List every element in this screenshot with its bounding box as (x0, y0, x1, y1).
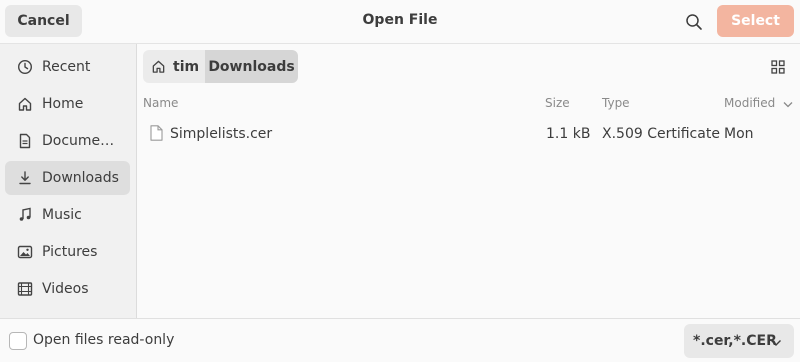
pictures-icon (17, 244, 33, 260)
download-icon (17, 170, 33, 186)
chevron-down-icon (770, 335, 782, 351)
clock-icon (17, 59, 33, 75)
sidebar-item-downloads[interactable]: Downloads (5, 161, 130, 195)
music-icon (17, 207, 33, 223)
sidebar-item-music[interactable]: Music (5, 198, 130, 232)
file-type-filter-dropdown[interactable]: *.cer,*.CER (684, 324, 794, 358)
sidebar-item-home[interactable]: Home (5, 87, 130, 121)
breadcrumb: tim Downloads (143, 50, 298, 83)
videos-icon (17, 281, 33, 297)
sidebar-item-label: Videos (42, 281, 89, 297)
select-button[interactable]: Select (717, 5, 794, 37)
header-bar: Cancel Open File Select (0, 0, 800, 44)
search-icon[interactable] (683, 11, 705, 33)
sidebar-item-documents[interactable]: Docume… (5, 124, 130, 158)
breadcrumb-home[interactable]: tim (143, 50, 205, 83)
column-header-name[interactable]: Name (143, 96, 178, 110)
sidebar-item-label: Downloads (42, 170, 119, 186)
readonly-checkbox-label[interactable]: Open files read-only (33, 332, 174, 348)
home-icon (151, 59, 166, 74)
breadcrumb-label: tim (173, 58, 200, 75)
grid-view-icon[interactable] (771, 60, 785, 74)
sidebar-item-pictures[interactable]: Pictures (5, 235, 130, 269)
column-header-modified[interactable]: Modified (724, 96, 793, 111)
file-browser: tim Downloads Name Size Type Modified Si… (138, 44, 800, 318)
sidebar-item-recent[interactable]: Recent (5, 50, 130, 84)
sidebar-item-label: Pictures (42, 244, 98, 260)
breadcrumb-downloads[interactable]: Downloads (205, 50, 298, 83)
file-type: X.509 Certificate (602, 126, 720, 142)
sort-chevron-icon (783, 97, 793, 111)
places-sidebar: Recent Home Docume… Downloads Music Pict… (0, 44, 137, 318)
sidebar-item-label: Docume… (42, 133, 115, 149)
sidebar-item-videos[interactable]: Videos (5, 272, 130, 306)
home-icon (17, 96, 33, 112)
document-icon (17, 133, 33, 149)
footer-bar: Open files read-only *.cer,*.CER (0, 318, 800, 362)
dialog-title: Open File (362, 12, 438, 28)
column-header-size[interactable]: Size (545, 96, 570, 110)
sidebar-item-label: Home (42, 96, 84, 112)
file-row[interactable]: Simplelists.cer 1.1 kB X.509 Certificate… (138, 124, 800, 146)
readonly-checkbox[interactable] (9, 332, 27, 350)
file-size: 1.1 kB (546, 126, 591, 142)
column-header-type[interactable]: Type (602, 96, 630, 110)
file-name: Simplelists.cer (170, 126, 273, 142)
sidebar-item-label: Music (42, 207, 82, 223)
file-icon (150, 125, 163, 145)
sidebar-item-label: Recent (42, 59, 91, 75)
file-modified: Mon (724, 126, 754, 142)
filter-selected-value: *.cer,*.CER (693, 333, 777, 349)
column-header-label: Modified (724, 96, 776, 110)
